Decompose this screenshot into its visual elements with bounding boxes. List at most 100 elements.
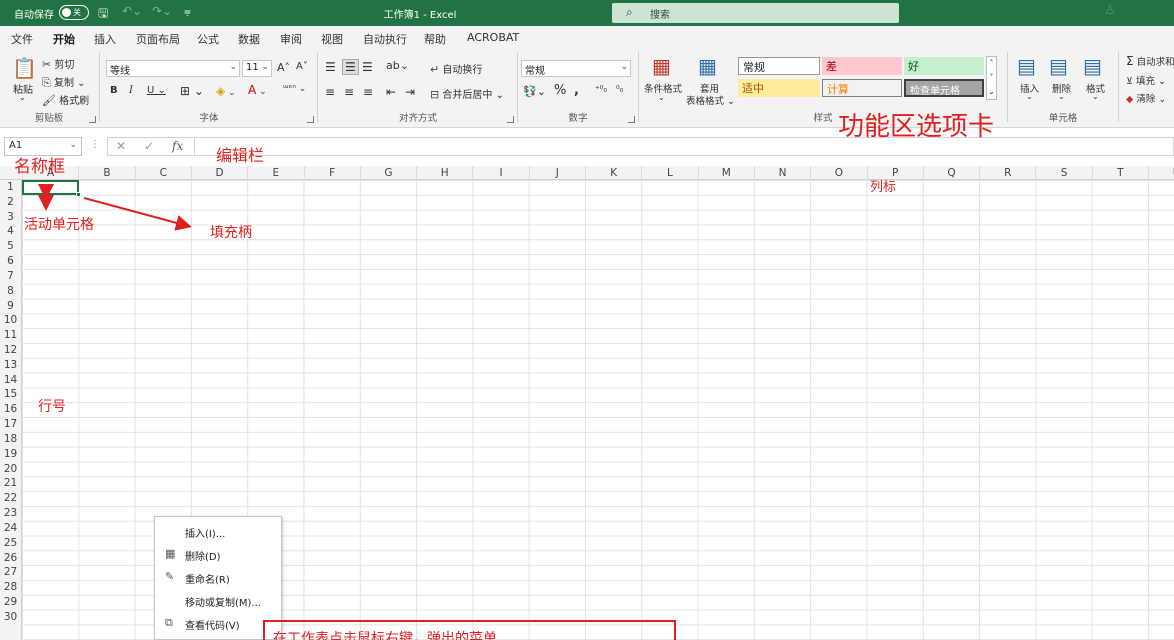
align-middle-icon[interactable]: ☰ [342,59,359,75]
customize-qat-icon[interactable]: ⩦ [184,4,191,19]
percent-icon[interactable]: % [554,83,566,98]
format-cells-icon[interactable]: ▤ [1083,54,1102,78]
row-header[interactable]: 23 [0,506,21,521]
row-header[interactable]: 25 [0,536,21,551]
row-header[interactable]: 18 [0,432,21,447]
autosave-toggle[interactable]: 关 [59,5,89,20]
column-header[interactable]: N [753,166,810,180]
row-header[interactable]: 27 [0,565,21,580]
insert-cells-icon[interactable]: ▤ [1017,54,1036,78]
decrease-font-icon[interactable]: A˅ [296,61,308,72]
column-header[interactable]: H [416,166,472,180]
row-header[interactable]: 26 [0,551,21,566]
font-color-icon[interactable]: A ⌄ [248,83,267,97]
wrap-text-button[interactable]: ↵ 自动换行 [430,61,482,76]
resize-handle-icon[interactable]: ⋮ [90,139,100,150]
decrease-indent-icon[interactable]: ⇤ [386,85,396,99]
row-header[interactable]: 9 [0,299,21,314]
row-header[interactable]: 15 [0,387,21,402]
phonetic-icon[interactable]: ᵚᵉⁿ ⌄ [283,84,306,94]
active-cell[interactable] [22,180,79,195]
menu-item-insert[interactable]: 插入(I)... [155,520,281,543]
tab-formulas[interactable]: 公式 [197,31,219,47]
column-header[interactable]: B [78,166,134,180]
column-header[interactable]: R [979,166,1035,180]
row-header[interactable]: 13 [0,358,21,373]
row-header[interactable]: 30 [0,610,21,625]
number-launcher-icon[interactable] [628,116,635,123]
column-header[interactable]: C [134,166,191,180]
style-check-cell[interactable]: 检查单元格 [904,79,984,97]
increase-font-icon[interactable]: A˄ [277,61,290,74]
increase-decimal-icon[interactable]: ⁺⁰₀ [595,85,607,95]
table-format-icon[interactable]: ▦ [698,54,717,78]
tab-automate[interactable]: 自动执行 [363,31,407,47]
styles-scroll[interactable]: ˄ ˅ ⌄ [986,56,997,100]
style-calculation[interactable]: 计算 [822,79,902,97]
merge-center-button[interactable]: ⊟ 合并后居中 ⌄ [430,86,504,101]
format-painter-button[interactable]: 🖌 格式刷 [42,92,89,107]
column-header[interactable]: O [810,166,866,180]
style-normal[interactable]: 常规 [738,57,820,75]
cancel-icon[interactable]: ✕ [116,139,126,153]
row-header[interactable]: 17 [0,417,21,432]
insert-function-icon[interactable]: fx [172,139,183,153]
tab-review[interactable]: 审阅 [280,31,302,47]
cut-button[interactable]: ✂ 剪切 [42,56,74,71]
row-header[interactable]: 6 [0,254,21,269]
copy-button[interactable]: ⎘ 复制 ⌄ [42,74,86,90]
align-top-icon[interactable]: ☰ [325,60,336,74]
align-left-icon[interactable]: ≡ [325,85,335,99]
conditional-format-icon[interactable]: ▦ [652,54,671,78]
number-format-select[interactable]: 常规 ⌄ [521,60,631,77]
column-header[interactable]: M [697,166,754,180]
row-header[interactable]: 1 [0,180,21,195]
tab-help[interactable]: 帮助 [424,31,446,47]
row-header[interactable]: 24 [0,521,21,536]
style-good[interactable]: 好 [904,57,984,75]
comma-style-icon[interactable]: , [574,83,579,98]
align-center-icon[interactable]: ≡ [344,85,354,99]
align-right-icon[interactable]: ≡ [363,85,373,99]
redo-icon[interactable]: ↷⌄ [152,4,172,18]
account-icon[interactable]: ♙ [1104,3,1116,18]
row-header[interactable]: 7 [0,269,21,284]
font-name-select[interactable]: 等线 ⌄ [106,60,240,77]
increase-indent-icon[interactable]: ⇥ [405,85,415,99]
column-header[interactable]: S [1035,166,1091,180]
italic-icon[interactable]: I [129,85,133,96]
row-header[interactable]: 19 [0,447,21,462]
row-header[interactable]: 20 [0,462,21,477]
tab-acrobat[interactable]: ACROBAT [467,31,519,44]
column-header[interactable]: Q [922,166,979,180]
row-header[interactable]: 4 [0,224,21,239]
formula-input[interactable] [194,137,1174,156]
font-launcher-icon[interactable] [307,116,314,123]
column-header[interactable]: L [641,166,697,180]
border-icon[interactable]: ⊞ ⌄ [180,84,204,98]
column-header[interactable]: F [303,166,360,180]
orientation-icon[interactable]: ab⌄ [386,59,409,72]
row-header[interactable]: 22 [0,491,21,506]
tab-data[interactable]: 数据 [238,31,260,47]
tab-home[interactable]: 开始 [53,31,75,52]
tab-insert[interactable]: 插入 [94,31,116,47]
search-box[interactable]: ⌕ 搜索 [612,3,899,23]
column-header[interactable]: G [359,166,416,180]
fill-handle[interactable] [76,192,81,197]
column-header[interactable]: J [528,166,585,180]
style-neutral[interactable]: 适中 [738,79,820,97]
paste-dropdown-icon[interactable]: ⌄ [19,93,26,102]
row-header[interactable]: 28 [0,580,21,595]
column-header[interactable]: T [1091,166,1148,180]
alignment-launcher-icon[interactable] [507,116,514,123]
row-header[interactable]: 8 [0,284,21,299]
font-size-select[interactable]: 11 ⌄ [242,60,272,77]
table-format-button[interactable]: 表格格式 ⌄ [686,93,735,107]
align-bottom-icon[interactable]: ☰ [362,60,373,74]
clear-button[interactable]: ◆ 清除 ⌄ [1126,91,1166,105]
column-header[interactable]: E [247,166,303,180]
menu-item-rename[interactable]: ✎ 重命名(R) [155,566,281,589]
row-header[interactable]: 5 [0,239,21,254]
row-header[interactable]: 21 [0,476,21,491]
